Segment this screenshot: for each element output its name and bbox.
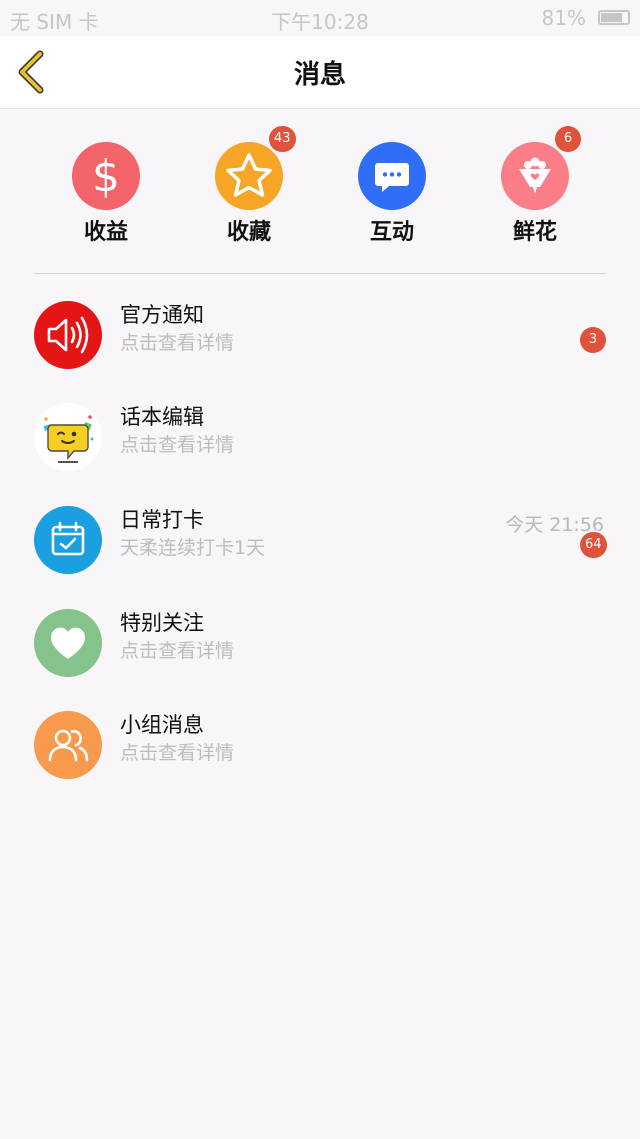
message-subtitle: 天柔连续打卡1天 (120, 537, 266, 559)
section-divider (34, 273, 606, 274)
message-subtitle: 点击查看详情 (120, 332, 235, 354)
quick-action-label: 收藏 (226, 220, 271, 245)
quick-action-earnings[interactable]: $ 收益 (46, 142, 166, 252)
message-title: 特别关注 (120, 611, 204, 635)
quick-action-favorites[interactable]: 收藏 43 (189, 126, 309, 252)
message-title: 话本编辑 (120, 405, 204, 429)
svg-text:$: $ (92, 151, 120, 202)
status-bar: 无 SIM 卡 下午10:28 81% (0, 0, 640, 36)
unread-badge: 64 (580, 532, 607, 558)
calendar-check-icon (34, 506, 102, 574)
speaker-icon (34, 301, 102, 369)
chat-bubble-icon (358, 142, 426, 210)
message-subtitle: 点击查看详情 (120, 434, 235, 456)
page-title: 消息 (293, 60, 346, 90)
quick-action-interactions[interactable]: 互动 (332, 142, 452, 252)
message-subtitle: 点击查看详情 (120, 742, 235, 764)
favorites-badge: 43 (269, 126, 296, 152)
message-row-official[interactable]: 官方通知 点击查看详情 3 (0, 301, 640, 401)
message-subtitle: 点击查看详情 (120, 640, 235, 662)
quick-action-label: 收益 (83, 220, 128, 245)
editor-avatar-icon (34, 403, 102, 471)
message-row-special-follow[interactable]: 特别关注 点击查看详情 (0, 609, 640, 709)
quick-action-label: 互动 (369, 220, 414, 245)
message-row-editor[interactable]: 话本编辑 点击查看详情 (0, 403, 640, 503)
battery-icon (598, 10, 630, 25)
star-icon (215, 142, 283, 210)
message-title: 日常打卡 (120, 508, 204, 532)
message-row-checkin[interactable]: 日常打卡 天柔连续打卡1天 今天 21:56 64 (0, 506, 640, 606)
dollar-icon: $ (72, 142, 140, 210)
group-icon (34, 711, 102, 779)
message-title: 小组消息 (120, 713, 204, 737)
heart-icon (34, 609, 102, 677)
battery-percent: 81% (541, 6, 586, 30)
quick-action-label: 鲜花 (512, 220, 557, 245)
flowers-badge: 6 (555, 126, 581, 152)
quick-action-flowers[interactable]: 鲜花 6 (475, 126, 595, 252)
flower-icon (501, 142, 569, 210)
message-row-group[interactable]: 小组消息 点击查看详情 (0, 711, 640, 811)
unread-badge: 3 (580, 327, 606, 353)
message-title: 官方通知 (120, 303, 204, 327)
nav-bar: 消息 (0, 36, 640, 109)
